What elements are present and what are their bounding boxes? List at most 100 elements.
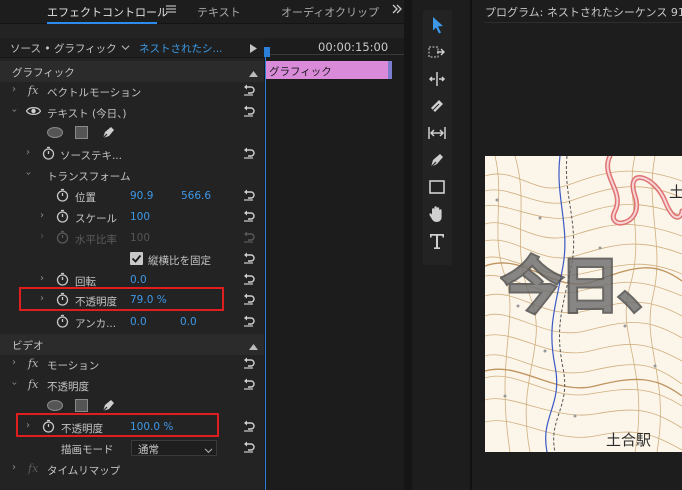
pen-mask-icon[interactable] (101, 398, 117, 414)
reset-icon[interactable] (242, 356, 256, 370)
property-position[interactable]: 位置 90.9 566.6 (0, 186, 264, 207)
layer-text[interactable]: › テキスト (今日、) (0, 102, 264, 123)
highlight-box-opacity-text (19, 287, 224, 311)
panel-divider (470, 0, 472, 490)
rectangle-mask-icon[interactable] (75, 399, 89, 413)
graphic-clip-bar[interactable]: グラフィック (266, 61, 392, 79)
razor-tool-icon[interactable] (427, 96, 447, 116)
scale-width-value: 100 (130, 232, 151, 244)
tab-text[interactable]: テキスト (197, 4, 241, 20)
map-label-corner: 土 (669, 183, 682, 201)
effect-motion[interactable]: › fx モーション (0, 354, 264, 375)
effect-label-motion: モーション (47, 360, 100, 372)
stopwatch-icon[interactable] (56, 209, 69, 223)
fx-icon[interactable]: fx (28, 357, 38, 370)
hamburger-icon[interactable] (166, 4, 178, 18)
rectangle-mask-icon[interactable] (75, 126, 89, 140)
playhead[interactable] (265, 48, 266, 490)
reset-icon[interactable] (242, 272, 256, 286)
track-select-forward-icon[interactable] (427, 42, 447, 62)
reset-icon[interactable] (242, 377, 256, 391)
panel-tab-bar: エフェクトコントロール テキスト オーディオクリップ (0, 0, 404, 24)
program-monitor-tab-line (484, 22, 682, 23)
reset-icon[interactable] (242, 146, 256, 160)
reset-icon[interactable] (242, 83, 256, 97)
stopwatch-icon[interactable] (56, 188, 69, 202)
scale-value[interactable]: 100 (130, 211, 150, 223)
program-monitor-title[interactable]: プログラム: ネストされたシーケンス 91 (485, 4, 682, 20)
uniform-scale-label: 縦横比を固定 (148, 255, 211, 267)
reset-icon (242, 230, 256, 244)
slip-tool-icon[interactable] (427, 123, 447, 143)
collapse-chevron-icon[interactable]: › (23, 172, 34, 176)
position-y-value[interactable]: 566.6 (181, 190, 211, 202)
reset-icon[interactable] (242, 104, 256, 118)
property-scale[interactable]: › スケール 100 (0, 207, 264, 228)
effect-time-remap[interactable]: › fx タイムリマップ (0, 459, 264, 480)
hand-tool-icon[interactable] (427, 204, 447, 224)
source-label[interactable]: ソース • グラフィック (10, 41, 117, 56)
effect-timeline-area[interactable] (264, 38, 404, 490)
reset-icon[interactable] (242, 209, 256, 223)
reset-icon[interactable] (242, 188, 256, 202)
reset-icon[interactable] (242, 419, 256, 433)
fx-icon[interactable]: fx (28, 84, 38, 97)
rectangle-tool-icon[interactable] (427, 177, 447, 197)
rotation-value[interactable]: 0.0 (130, 274, 147, 286)
chevron-down-icon (204, 445, 213, 454)
anchor-x-value[interactable]: 0.0 (130, 316, 147, 328)
reset-icon[interactable] (242, 292, 256, 306)
group-transform[interactable]: › トランスフォーム (0, 165, 264, 186)
collapse-chevron-icon[interactable]: › (9, 382, 20, 386)
type-tool-icon[interactable] (427, 231, 447, 251)
fx-icon[interactable]: fx (28, 378, 38, 391)
expand-chevron-icon[interactable]: › (12, 84, 16, 95)
fx-icon[interactable]: fx (28, 462, 38, 475)
effect-opacity[interactable]: › fx 不透明度 (0, 375, 264, 396)
chevron-up-icon[interactable] (249, 67, 259, 77)
reset-icon[interactable] (242, 440, 256, 454)
expand-chevron-icon[interactable]: › (12, 357, 16, 368)
chevron-up-icon[interactable] (249, 340, 259, 350)
overlay-title-text[interactable]: 今日、 (500, 238, 680, 325)
reset-icon[interactable] (242, 251, 256, 265)
eye-icon[interactable] (25, 106, 42, 118)
property-label-blend-mode: 描画モード (61, 444, 114, 456)
selection-tool-icon[interactable] (427, 15, 447, 35)
property-source-text[interactable]: › ソーステキ... (0, 144, 264, 165)
ellipse-mask-icon[interactable] (47, 400, 63, 412)
collapse-chevron-icon[interactable]: › (9, 109, 20, 113)
section-title-graphic: グラフィック (12, 67, 75, 79)
play-triangle-icon[interactable] (250, 43, 258, 53)
anchor-y-value[interactable]: 0.0 (180, 316, 197, 328)
stopwatch-icon[interactable] (56, 272, 69, 286)
section-header-graphic[interactable]: グラフィック (0, 61, 264, 82)
double-chevron-right-icon[interactable] (392, 4, 404, 18)
reset-icon[interactable] (242, 314, 256, 328)
tab-effect-controls[interactable]: エフェクトコントロール (47, 4, 168, 20)
sequence-selector[interactable]: ネストされたシ... (139, 41, 223, 56)
expand-chevron-icon[interactable]: › (26, 147, 30, 158)
uniform-scale-checkbox[interactable] (130, 252, 143, 265)
program-video-frame[interactable]: 土 今日、 土合駅 (485, 156, 682, 452)
property-blend-mode[interactable]: 描画モード 通常 (0, 438, 264, 459)
ellipse-mask-icon[interactable] (47, 127, 63, 139)
effect-vector-motion[interactable]: › fx ベクトルモーション (0, 81, 264, 102)
property-label-anchor: アンカ... (75, 318, 117, 330)
expand-chevron-icon[interactable]: › (40, 273, 44, 284)
expand-chevron-icon[interactable]: › (40, 210, 44, 221)
stopwatch-icon[interactable] (42, 146, 55, 160)
position-x-value[interactable]: 90.9 (130, 190, 153, 202)
tab-audio-clip[interactable]: オーディオクリップ (281, 4, 379, 20)
stopwatch-icon[interactable] (56, 314, 69, 328)
pen-mask-icon[interactable] (101, 125, 117, 141)
property-anchor[interactable]: アンカ... 0.0 0.0 (0, 312, 264, 333)
chevron-down-icon[interactable] (121, 42, 131, 52)
effect-label-time-remap: タイムリマップ (47, 465, 121, 477)
ripple-edit-icon[interactable] (427, 69, 447, 89)
blend-mode-select[interactable]: 通常 (131, 440, 217, 456)
stopwatch-icon (56, 230, 69, 244)
pen-tool-icon[interactable] (427, 150, 447, 170)
section-header-video[interactable]: ビデオ (0, 334, 264, 355)
expand-chevron-icon[interactable]: › (12, 462, 16, 473)
